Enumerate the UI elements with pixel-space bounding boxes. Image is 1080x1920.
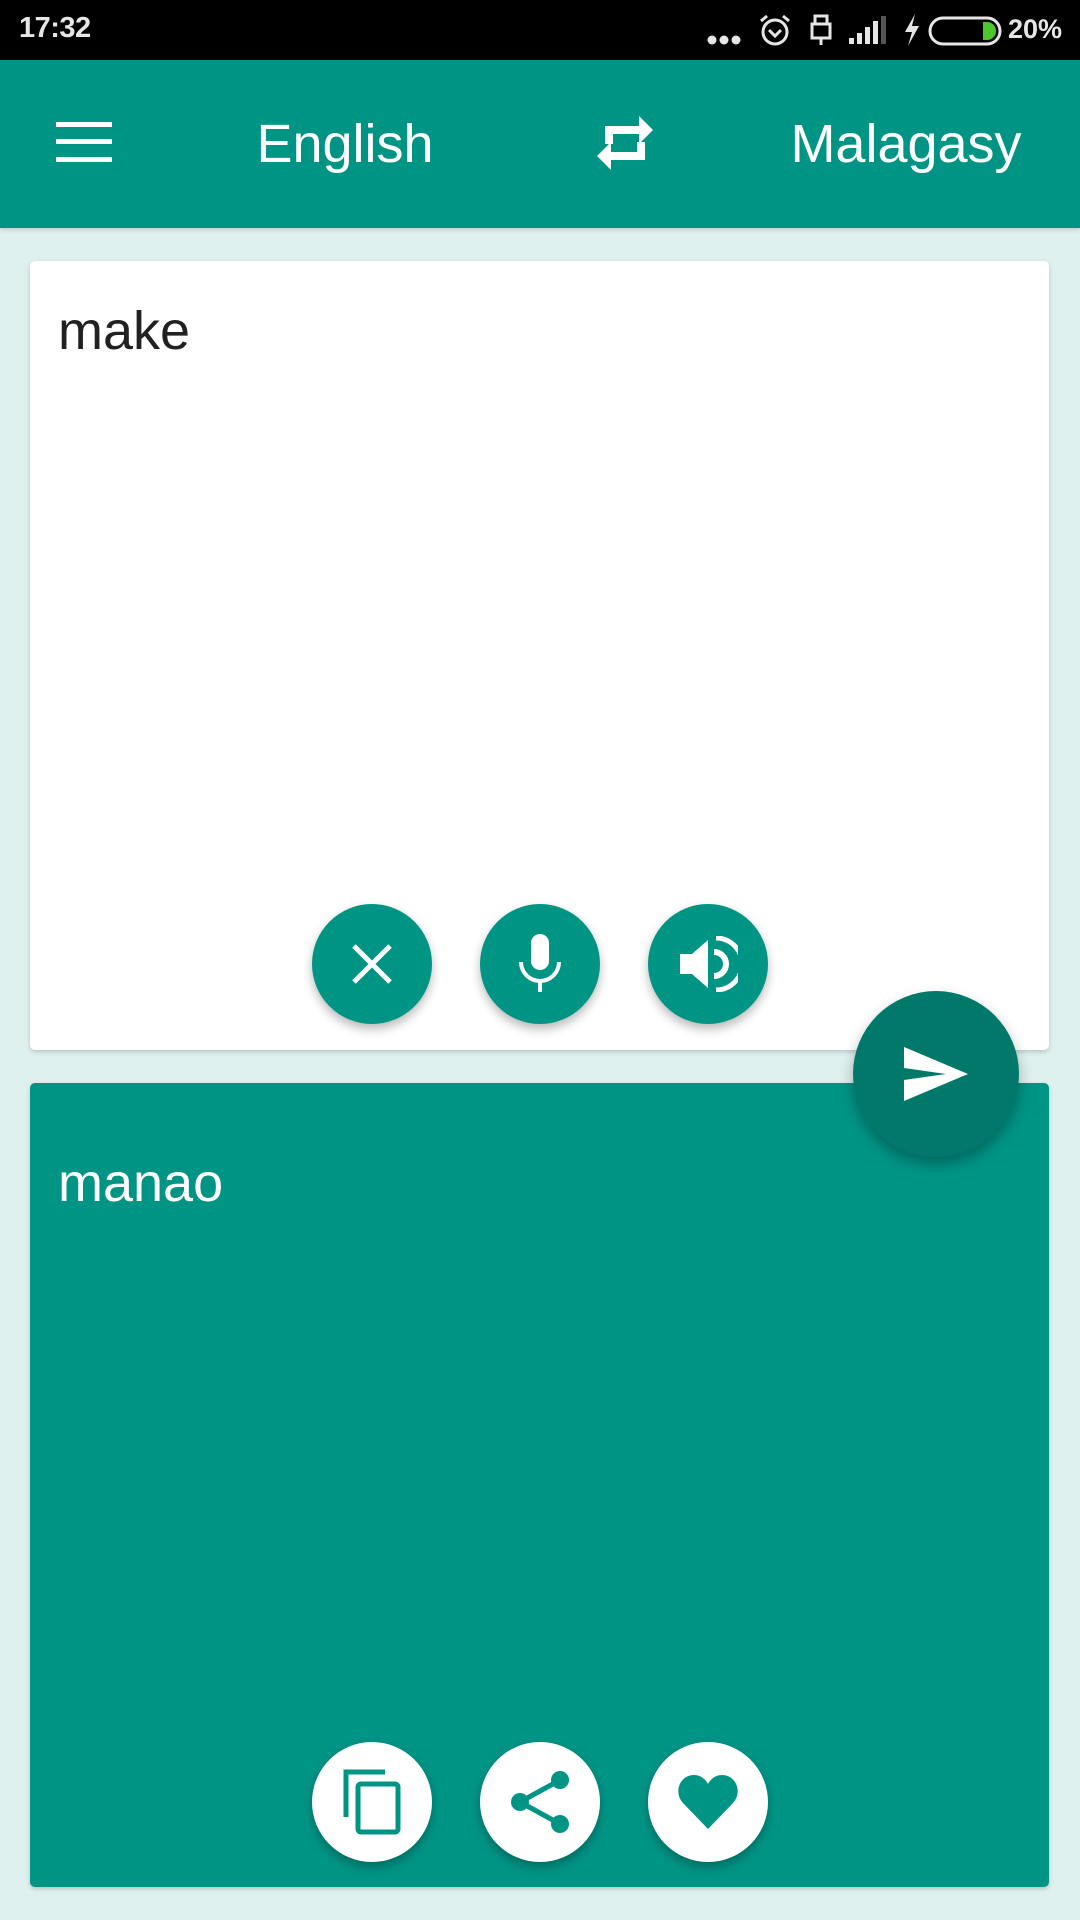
input-card: make	[30, 261, 1049, 1050]
output-card: manao	[30, 1083, 1049, 1887]
swap-languages-icon	[597, 116, 653, 170]
battery-percent: 20%	[1008, 14, 1063, 44]
translate-button[interactable]	[853, 991, 1019, 1157]
source-text-input[interactable]: make	[58, 295, 998, 367]
app-bar: English Malagasy	[0, 60, 1080, 228]
usb-icon	[810, 14, 832, 45]
copy-button[interactable]	[312, 1742, 432, 1862]
alarm-icon	[760, 14, 790, 46]
speak-button[interactable]	[648, 904, 768, 1024]
heart-icon	[678, 1775, 738, 1829]
speaker-icon	[680, 936, 738, 992]
swap-languages-button[interactable]	[580, 104, 670, 184]
share-button[interactable]	[480, 1742, 600, 1862]
hamburger-menu-icon	[56, 122, 112, 162]
battery-icon	[928, 16, 1002, 46]
menu-button[interactable]	[40, 104, 128, 184]
share-icon	[511, 1771, 569, 1833]
target-language-selector[interactable]: Malagasy	[770, 108, 1042, 180]
more-notifications-icon	[707, 35, 741, 45]
status-bar: 17:32 20%	[0, 0, 1080, 60]
signal-icon	[849, 16, 886, 44]
voice-input-button[interactable]	[480, 904, 600, 1024]
close-icon	[352, 944, 392, 984]
favorite-button[interactable]	[648, 1742, 768, 1862]
clear-button[interactable]	[312, 904, 432, 1024]
charging-icon	[905, 14, 919, 46]
translated-text: manao	[58, 1153, 224, 1213]
microphone-icon	[519, 934, 561, 992]
source-language-selector[interactable]: English	[220, 108, 470, 180]
send-icon	[904, 1047, 968, 1101]
copy-icon	[343, 1769, 401, 1835]
